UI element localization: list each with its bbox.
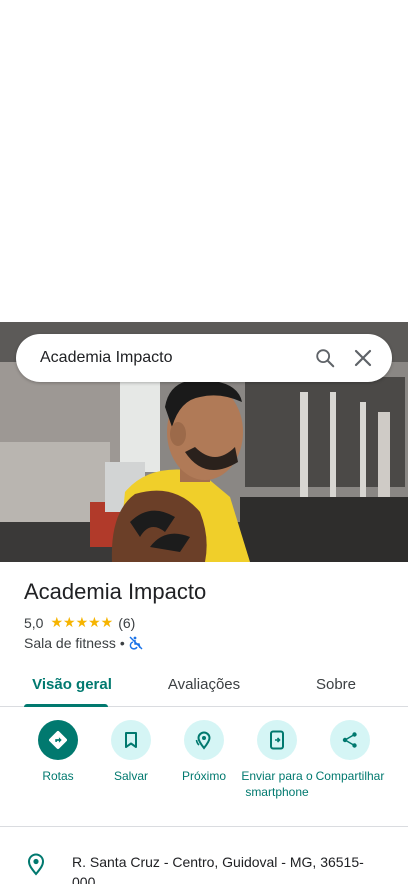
bookmark-icon: [111, 720, 151, 760]
directions-button[interactable]: Rotas: [20, 720, 96, 784]
place-title: Academia Impacto: [24, 579, 207, 604]
address-text: R. Santa Cruz - Centro, Guidoval - MG, 3…: [72, 854, 364, 884]
rating-value: 5,0: [24, 614, 44, 631]
search-icon[interactable]: [313, 346, 337, 370]
rating-stars: ★★★★★: [50, 614, 114, 630]
search-bar[interactable]: Academia Impacto: [16, 334, 392, 382]
action-buttons: Rotas Salvar Próximo Enviar para o smart…: [0, 720, 408, 820]
section-divider: [0, 826, 408, 827]
tab-reviews[interactable]: Avaliações: [156, 662, 252, 706]
address-row[interactable]: R. Santa Cruz - Centro, Guidoval - MG, 3…: [24, 852, 394, 884]
review-count[interactable]: (6): [118, 615, 135, 631]
place-category: Sala de fitness: [24, 635, 116, 651]
tab-bar: Visão geral Avaliações Sobre: [0, 662, 408, 707]
tab-overview[interactable]: Visão geral: [24, 662, 120, 706]
category-row: Sala de fitness •: [24, 635, 143, 651]
not-wheelchair-accessible-icon: [129, 636, 143, 650]
close-icon[interactable]: [351, 346, 375, 370]
tab-about[interactable]: Sobre: [300, 662, 372, 706]
nearby-label: Próximo: [181, 769, 226, 783]
save-label: Salvar: [113, 769, 148, 783]
nearby-icon: [184, 720, 224, 760]
share-label: Compartilhar: [315, 769, 385, 783]
location-pin-icon: [24, 852, 48, 876]
rating-row[interactable]: 5,0 ★★★★★ (6): [24, 614, 135, 631]
directions-icon: [38, 720, 78, 760]
separator-dot: •: [119, 635, 125, 651]
directions-label: Rotas: [42, 769, 74, 783]
send-to-phone-button[interactable]: Enviar para o smartphone: [239, 720, 315, 800]
send-to-phone-icon: [257, 720, 297, 760]
blank-map-area: [0, 0, 408, 322]
nearby-button[interactable]: Próximo: [166, 720, 242, 784]
search-input[interactable]: Academia Impacto: [40, 349, 313, 367]
share-icon: [330, 720, 370, 760]
send-to-phone-label: Enviar para o smartphone: [241, 769, 313, 799]
share-button[interactable]: Compartilhar: [312, 720, 388, 784]
active-tab-indicator: [24, 704, 108, 707]
save-button[interactable]: Salvar: [93, 720, 169, 784]
